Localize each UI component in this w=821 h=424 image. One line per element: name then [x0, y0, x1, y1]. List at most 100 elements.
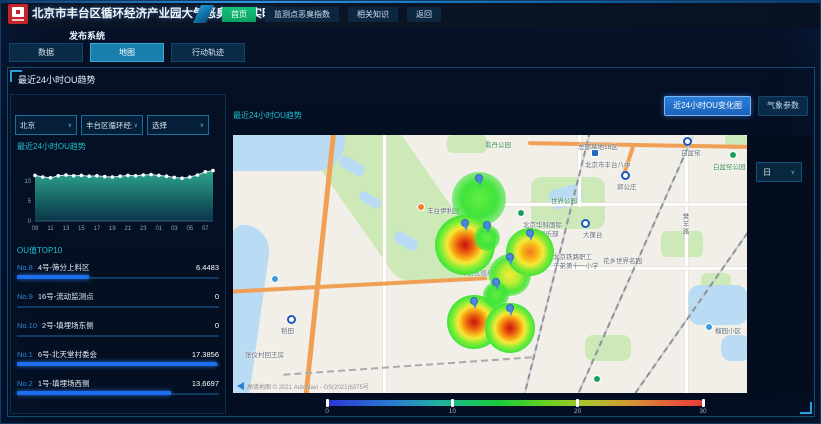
filter-dropdown-0[interactable]: 北京 ∨: [15, 115, 77, 135]
park-icon: [593, 375, 601, 383]
map-button-0[interactable]: 近24小时OU变化图: [664, 96, 751, 116]
progress-track: [17, 335, 219, 337]
ou-top-list: No.84号-筛分上料区6.4483No.916号-流动监测点0No.102号-…: [17, 259, 219, 404]
ou-list-item-1[interactable]: No.9 16号-流动监测点 0: [17, 288, 219, 317]
ou-list-item-4[interactable]: No.21号-填埋场西侧13.6697: [17, 375, 219, 404]
nav-tab-2[interactable]: 相关知识: [348, 7, 398, 22]
chevron-down-icon: ∨: [68, 122, 72, 129]
map-pin-icon: [492, 278, 500, 286]
map-poi-label: 稻田: [281, 325, 294, 335]
map-water: [721, 335, 747, 361]
ou-color-scale: 0102030: [327, 400, 703, 416]
progress-track: [17, 306, 219, 308]
map-canvas[interactable]: 高德地图 © 2021 AutoNavi - GS(2021)6375号 看丹公…: [233, 135, 747, 393]
scale-tick-label: 30: [699, 408, 706, 415]
svg-text:0: 0: [28, 219, 32, 225]
map-attribution: 高德地图 © 2021 AutoNavi - GS(2021)6375号: [247, 382, 369, 391]
ou-list-item-0[interactable]: No.8 4号-筛分上料区 6.4483: [17, 259, 219, 288]
map-pin-icon: [483, 221, 491, 229]
rank-label: No.9: [17, 292, 33, 301]
svg-text:05: 05: [186, 226, 193, 232]
app-window: 北京市丰台区循环经济产业园大气恶臭状况实时 首页监测点恶臭指数相关知识返回 发布…: [0, 0, 821, 424]
ou-list-item-3[interactable]: No.16号-北天堂村委会17.3856: [17, 346, 219, 375]
rank-label: No.8: [17, 263, 33, 272]
scale-tick-mark: [702, 399, 705, 407]
publish-system-label: 发布系统: [69, 29, 105, 42]
nav-tab-0[interactable]: 首页: [222, 7, 256, 22]
svg-text:19: 19: [109, 226, 116, 232]
map-road: [383, 135, 386, 393]
svg-text:15: 15: [78, 226, 85, 232]
map-water: [233, 223, 273, 393]
svg-text:17: 17: [94, 226, 101, 232]
trend-chart-svg: 0510091113151719212301030507: [15, 151, 221, 243]
nav-divider-accent: [193, 5, 214, 23]
ou-value: 13.6697: [192, 379, 219, 388]
map-poi-label: 白盆窑: [681, 147, 701, 157]
park-icon: [729, 151, 737, 159]
filter-dropdown-2[interactable]: 选择∨: [147, 115, 209, 135]
publish-bar: 发布系统 数据地图行动轨迹: [1, 27, 820, 67]
site-name: 16号-流动监测点: [38, 291, 94, 302]
svg-text:09: 09: [32, 226, 39, 232]
app-logo: [8, 4, 28, 24]
ou-color-gradient: [327, 400, 703, 406]
filter-value: 北京: [20, 120, 35, 131]
nav-tab-3[interactable]: 返回: [407, 7, 441, 22]
publish-tab-2[interactable]: 行动轨迹: [171, 43, 245, 62]
rank-label: No.2: [17, 379, 33, 388]
map-button-1[interactable]: 气象参数: [758, 96, 808, 116]
publish-tab-1[interactable]: 地图: [90, 43, 164, 62]
svg-text:03: 03: [171, 226, 178, 232]
chevron-down-icon: ∨: [134, 122, 138, 129]
map-poi-label: 白盆窑公园: [713, 161, 746, 171]
ou-value: 0: [215, 292, 219, 301]
trend-chart: 0510091113151719212301030507: [15, 151, 221, 243]
map-vendor-icon: [237, 382, 244, 390]
map-poi-label: 看丹公园: [485, 139, 511, 149]
poi-blue-icon: [705, 323, 713, 331]
period-select[interactable]: 日 ∨: [756, 162, 802, 182]
scale-tick-label: 0: [325, 408, 329, 415]
chevron-down-icon: ∨: [200, 122, 204, 129]
ou-value: 0: [215, 321, 219, 330]
map-trend-label: 最近24小时OU趋势: [233, 110, 302, 121]
svg-text:5: 5: [28, 199, 32, 205]
map-green-area: [447, 135, 487, 153]
filter-value: 丰台区循环经济产: [86, 120, 132, 131]
main-nav: 首页监测点恶臭指数相关知识返回: [197, 1, 450, 27]
park-icon: [517, 209, 525, 217]
ou-value: 6.4483: [196, 263, 219, 272]
map-pin-icon: [526, 229, 534, 237]
map-poi-label: 北京市丰台八中: [585, 159, 631, 169]
map-green-area: [585, 335, 631, 361]
metro-icon: [287, 315, 296, 324]
ou-value: 17.3856: [192, 350, 219, 359]
period-select-value: 日: [763, 167, 771, 178]
filter-row: 北京∨丰台区循环经济产∨选择∨: [15, 115, 213, 135]
poi-blue-icon: [271, 275, 279, 283]
scale-tick-mark: [451, 399, 454, 407]
svg-text:21: 21: [125, 226, 132, 232]
svg-text:10: 10: [24, 179, 31, 185]
publish-tab-0[interactable]: 数据: [9, 43, 83, 62]
scale-tick-mark: [326, 399, 329, 407]
ou-list-item-2[interactable]: No.102号-填埋场东侧0: [17, 317, 219, 346]
metro-icon: [621, 171, 630, 180]
scale-tick-mark: [576, 399, 579, 407]
filter-dropdown-1[interactable]: 丰台区循环经济产∨: [81, 115, 143, 135]
top-header: 北京市丰台区循环经济产业园大气恶臭状况实时 首页监测点恶臭指数相关知识返回: [1, 1, 820, 27]
map-right-strip: 日 ∨: [747, 135, 812, 393]
map-poi-label: 榴园小区: [715, 325, 741, 335]
map-road: [685, 135, 688, 393]
poi-orange-icon: [417, 203, 425, 211]
site-name: 4号-筛分上料区: [38, 262, 90, 273]
svg-text:23: 23: [140, 226, 147, 232]
svg-text:07: 07: [202, 226, 209, 232]
nav-tab-1[interactable]: 监测点恶臭指数: [265, 7, 339, 22]
map-poi-label: 樊羊路: [679, 213, 689, 236]
map-poi-label: 大葆台: [583, 229, 603, 239]
svg-text:11: 11: [47, 226, 54, 232]
map-poi-label: 郭公庄: [617, 181, 637, 191]
svg-text:13: 13: [63, 226, 70, 232]
